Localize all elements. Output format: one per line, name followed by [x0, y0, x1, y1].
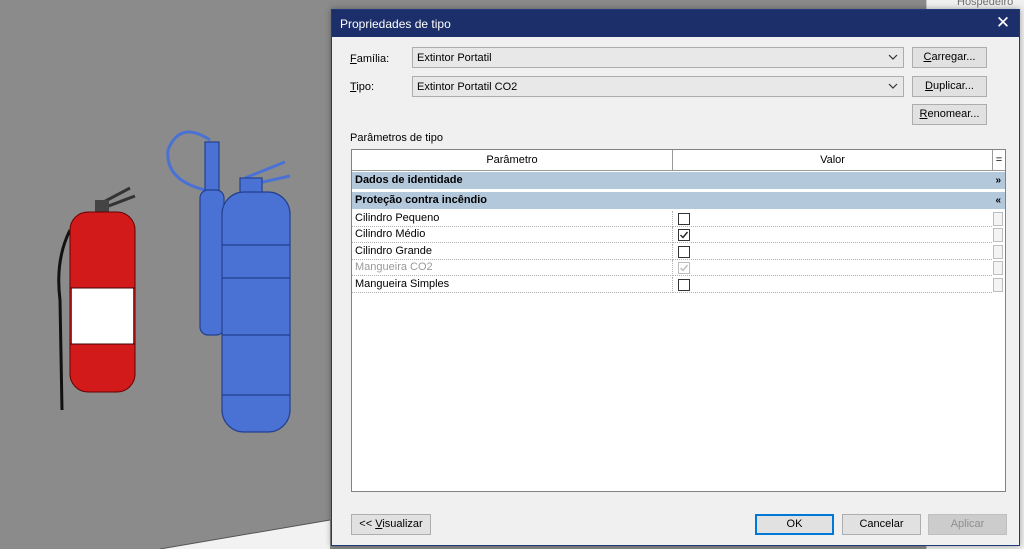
tipo-value: Extintor Portatil CO2 [417, 81, 518, 93]
parameter-value [673, 277, 992, 293]
parameter-name: Cilindro Pequeno [352, 211, 673, 227]
visualizar-button[interactable]: << Visualizar [351, 514, 431, 535]
parameter-checkbox[interactable] [678, 245, 690, 258]
renomear-button[interactable]: Renomear... [912, 104, 987, 125]
chevron-down-icon [888, 54, 898, 60]
row-edit-handle[interactable] [993, 244, 1003, 259]
group-dados-identidade[interactable]: Dados de identidade » [352, 172, 1005, 189]
parameter-row[interactable]: Cilindro Grande [352, 243, 1005, 260]
row-edit-handle[interactable] [993, 228, 1003, 243]
familia-label: Família: [350, 53, 390, 65]
type-properties-dialog: Propriedades de tipo ✕ Família: Extintor… [331, 9, 1020, 546]
parameter-row[interactable]: Cilindro Pequeno [352, 211, 1005, 227]
parameter-value [673, 244, 992, 260]
duplicar-button[interactable]: Duplicar... [912, 76, 987, 97]
parameter-checkbox[interactable] [678, 278, 690, 291]
parameter-checkbox[interactable] [678, 213, 690, 225]
aplicar-button[interactable]: Aplicar [928, 514, 1007, 535]
parameter-row[interactable]: Mangueira CO2 [352, 260, 1005, 277]
parameter-name: Mangueira Simples [352, 276, 673, 293]
parameter-name: Cilindro Grande [352, 243, 673, 260]
group-protecao-incendio[interactable]: Proteção contra incêndio « [352, 192, 1005, 209]
chevron-down-icon [888, 83, 898, 89]
collapse-icon[interactable]: « [995, 192, 1001, 209]
carregar-button[interactable]: Carregar... [912, 47, 987, 68]
parameter-name: Cilindro Médio [352, 227, 673, 244]
row-edit-handle[interactable] [993, 277, 1003, 292]
parameter-name: Mangueira CO2 [352, 260, 673, 277]
parameter-checkbox[interactable] [678, 229, 690, 242]
row-edit-handle[interactable] [993, 261, 1003, 276]
cancelar-button[interactable]: Cancelar [842, 514, 921, 535]
parameter-value [673, 260, 992, 277]
dialog-title: Propriedades de tipo [340, 17, 451, 31]
type-parameters-grid: Parâmetro Valor = Dados de identidade » … [351, 149, 1006, 492]
parameter-checkbox [678, 262, 690, 275]
group-label: Dados de identidade [355, 174, 463, 186]
column-menu-button[interactable]: = [993, 150, 1005, 171]
column-header-parametro[interactable]: Parâmetro [352, 150, 673, 171]
dialog-titlebar[interactable]: Propriedades de tipo ✕ [332, 10, 1019, 37]
parameter-row[interactable]: Mangueira Simples [352, 276, 1005, 293]
expand-icon[interactable]: » [995, 172, 1001, 189]
checkmark-icon [680, 264, 689, 272]
host-panel-label: Hospedeiro [957, 0, 1014, 8]
ok-button[interactable]: OK [755, 514, 834, 535]
tipo-label: Tipo: [350, 81, 375, 93]
parameter-row[interactable]: Cilindro Médio [352, 227, 1005, 244]
column-header-valor[interactable]: Valor [673, 150, 993, 171]
parameter-value [673, 227, 992, 244]
familia-value: Extintor Portatil [417, 52, 492, 64]
group-label: Proteção contra incêndio [355, 194, 488, 206]
familia-dropdown[interactable]: Extintor Portatil [412, 47, 904, 68]
checkmark-icon [680, 231, 689, 239]
close-icon[interactable]: ✕ [991, 12, 1015, 34]
row-edit-handle[interactable] [993, 212, 1003, 226]
parameter-value [673, 211, 992, 227]
tipo-dropdown[interactable]: Extintor Portatil CO2 [412, 76, 904, 97]
section-label: Parâmetros de tipo [350, 132, 443, 144]
